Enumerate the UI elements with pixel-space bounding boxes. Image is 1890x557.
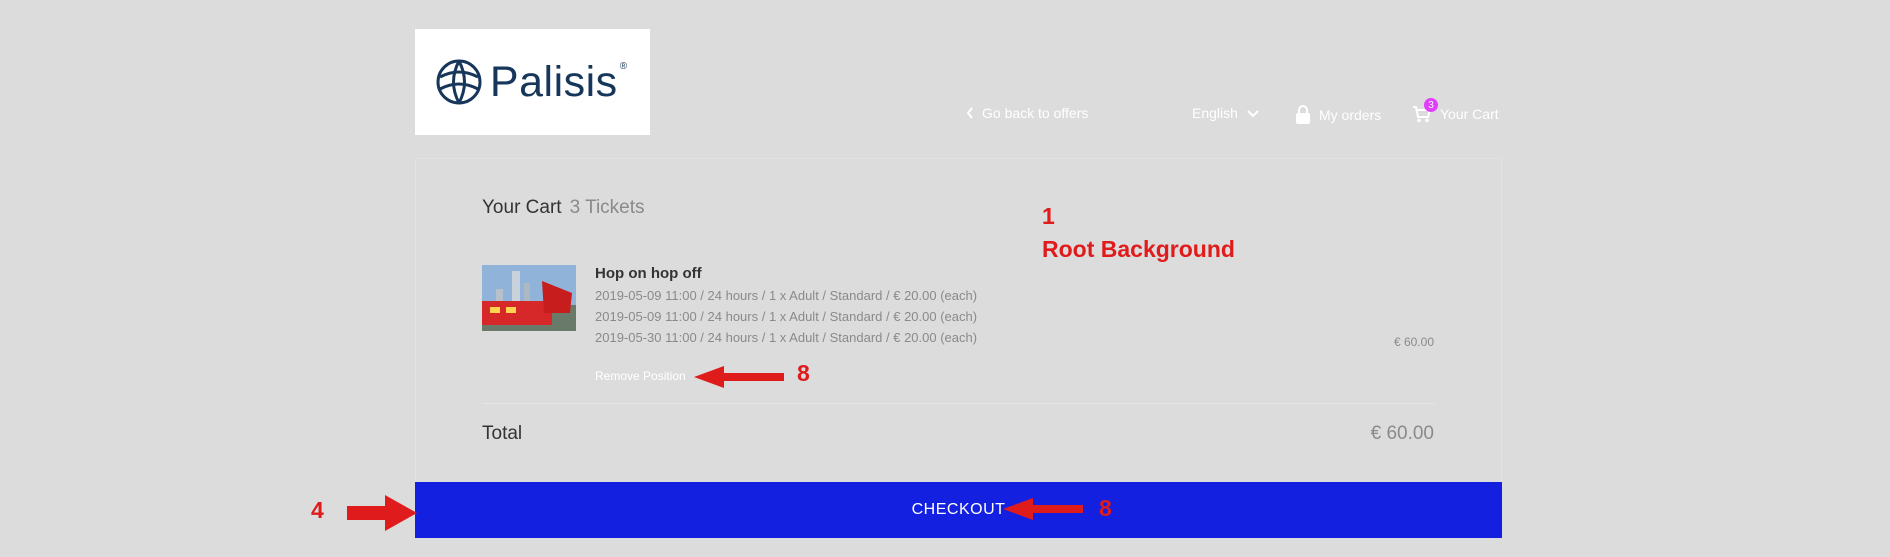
chevron-left-icon — [966, 107, 973, 119]
annotation-arrow-edge — [347, 495, 417, 531]
annotation-number-8-remove: 8 — [797, 360, 810, 386]
logo-text: Palisis — [489, 57, 618, 106]
lock-icon — [1296, 105, 1310, 124]
divider — [482, 403, 1435, 404]
annotation-number-8-checkout: 8 — [1099, 495, 1112, 521]
product-name: Hop on hop off — [595, 265, 702, 282]
my-orders-link[interactable]: My orders — [1295, 105, 1381, 125]
your-cart-label: Your Cart — [1440, 106, 1499, 122]
language-label: English — [1192, 105, 1238, 121]
go-back-label: Go back to offers — [982, 105, 1089, 121]
palisis-logo[interactable]: Palisis ® — [415, 29, 650, 135]
my-orders-label: My orders — [1319, 107, 1382, 123]
language-select[interactable]: English — [1192, 105, 1260, 121]
total-label: Total — [482, 423, 523, 444]
cart-title: Your Cart 3 Tickets — [482, 197, 645, 219]
annotation-arrow-remove — [694, 366, 784, 388]
position-price: € 60.00 — [1393, 335, 1434, 349]
remove-position-link[interactable]: Remove Position — [595, 369, 686, 383]
product-thumbnail — [482, 265, 576, 331]
ticket-line: 2019-05-09 11:00 / 24 hours / 1 x Adult … — [595, 288, 978, 303]
ticket-line: 2019-05-09 11:00 / 24 hours / 1 x Adult … — [595, 309, 978, 324]
logo-registered-mark: ® — [619, 60, 628, 72]
cart-title-text: Your Cart — [482, 197, 562, 218]
cart-count-badge: 3 — [1424, 98, 1438, 112]
ticket-count: 3 Tickets — [569, 197, 645, 218]
ticket-line: 2019-05-30 11:00 / 24 hours / 1 x Adult … — [595, 330, 978, 345]
globe-logo-icon — [436, 59, 482, 105]
annotation-root-background: Root Background — [1042, 236, 1235, 262]
annotation-arrow-checkout — [1003, 498, 1083, 520]
go-back-link[interactable]: Go back to offers — [966, 105, 1088, 121]
total-value: € 60.00 — [1370, 423, 1434, 444]
chevron-down-icon — [1247, 109, 1259, 117]
annotation-number-4: 4 — [311, 497, 324, 523]
cart-card: Your Cart 3 Tickets Hop on hop off 2019-0… — [415, 158, 1502, 538]
checkout-button[interactable]: CHECKOUT — [415, 482, 1502, 538]
annotation-number-1: 1 — [1042, 203, 1055, 229]
